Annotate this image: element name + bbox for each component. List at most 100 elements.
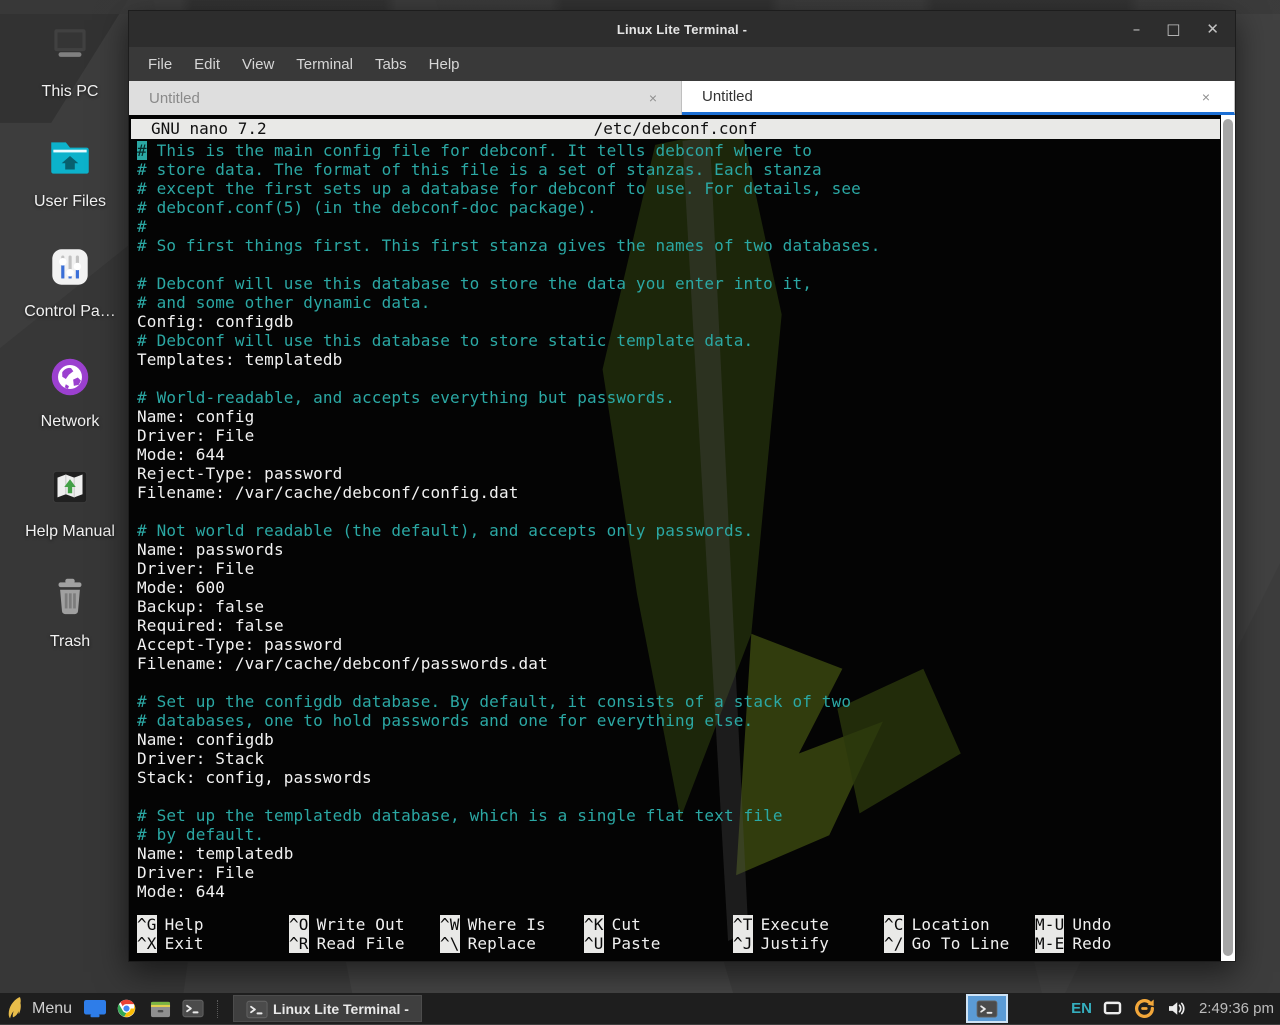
linux-lite-logo-icon[interactable] — [6, 996, 23, 1021]
computer-icon — [45, 22, 95, 72]
buffer-line: Backup: false — [137, 597, 1215, 616]
desktop-icon-control-pa[interactable]: Control Pa… — [0, 242, 140, 352]
shortcut-key: ^R — [289, 934, 309, 953]
launcher-chrome-icon[interactable] — [116, 998, 140, 1020]
menu-view[interactable]: View — [231, 50, 285, 79]
text-cursor: # — [137, 141, 147, 160]
buffer-line: Templates: templatedb — [137, 350, 1215, 369]
shortcut-label: Exit — [157, 934, 204, 953]
desktop-icon-help-manual[interactable]: Help Manual — [0, 462, 140, 572]
launcher-group — [83, 998, 206, 1020]
shortcut-key: M-U — [1035, 915, 1064, 934]
shortcut-label: Undo — [1064, 915, 1111, 934]
terminal-icon — [246, 1000, 265, 1017]
desktop-icon-label: User Files — [34, 193, 106, 211]
scrollbar-thumb[interactable] — [1223, 119, 1233, 956]
window-titlebar[interactable]: Linux Lite Terminal - –□✕ — [129, 11, 1235, 47]
tab-close-icon[interactable]: × — [645, 88, 661, 108]
desktop-icon-this-pc[interactable]: This PC — [0, 22, 140, 132]
taskbar-left: Menu Linux Lite Terminal - — [6, 993, 422, 1024]
shortcut-write-out: ^OWrite Out — [289, 915, 440, 934]
menu-edit[interactable]: Edit — [183, 50, 231, 79]
shortcut-label: Write Out — [309, 915, 405, 934]
terminal-tab-1[interactable]: Untitled× — [129, 81, 682, 115]
desktop-icon-network[interactable]: Network — [0, 352, 140, 462]
close-button-icon[interactable]: ✕ — [1206, 22, 1219, 37]
taskbar: Menu Linux Lite Terminal - EN 2:49:36 pm — [0, 993, 1280, 1024]
buffer-line: Filename: /var/cache/debconf/passwords.d… — [137, 654, 1215, 673]
scrollbar[interactable] — [1221, 115, 1235, 961]
tray-active-terminal-icon[interactable] — [966, 994, 1008, 1023]
menu-tabs[interactable]: Tabs — [364, 50, 418, 79]
desktop-icon-user-files[interactable]: User Files — [0, 132, 140, 242]
maximize-button-icon[interactable]: □ — [1166, 22, 1180, 37]
buffer-line-comment: # and some other dynamic data. — [137, 293, 1215, 312]
shortcut-key: ^W — [440, 915, 460, 934]
window-controls: – □ ✕ — [1133, 11, 1219, 47]
buffer-line — [137, 255, 1215, 274]
shortcut-key: ^O — [289, 915, 309, 934]
shortcut-key: ^U — [584, 934, 604, 953]
launcher-terminal-icon[interactable] — [182, 998, 206, 1020]
terminal-tab-2[interactable]: Untitled× — [682, 81, 1235, 115]
shortcut-label: Cut — [604, 915, 641, 934]
shortcut-key: ^X — [137, 934, 157, 953]
task-button-label: Linux Lite Terminal - — [273, 1001, 409, 1017]
display-settings-icon[interactable] — [1103, 1001, 1122, 1016]
volume-icon[interactable] — [1167, 1001, 1186, 1016]
buffer-line: Reject-Type: password — [137, 464, 1215, 483]
buffer-line: Name: config — [137, 407, 1215, 426]
update-notifier-icon[interactable] — [1133, 997, 1156, 1020]
shortcut-justify: ^JJustify — [733, 934, 884, 953]
buffer-line-comment: # World-readable, and accepts everything… — [137, 388, 1215, 407]
nano-shortcut-bar: ^GHelp^OWrite Out^WWhere Is^KCut^TExecut… — [137, 915, 1215, 953]
clock: 2:49:36 pm — [1199, 1000, 1274, 1017]
menu-help[interactable]: Help — [418, 50, 471, 79]
shortcut-replace: ^\Replace — [440, 934, 584, 953]
shortcut-key: ^/ — [884, 934, 904, 953]
buffer-line: Driver: File — [137, 559, 1215, 578]
desktop-icon-trash[interactable]: Trash — [0, 572, 140, 682]
menu-button[interactable]: Menu — [32, 1000, 72, 1018]
shortcut-redo: M-ERedo — [1035, 934, 1215, 953]
buffer-line-comment: # Debconf will use this database to stor… — [137, 331, 1215, 350]
control-panel-icon — [45, 242, 95, 292]
buffer-line-comment: # databases, one to hold passwords and o… — [137, 711, 1215, 730]
buffer-line: Name: templatedb — [137, 844, 1215, 863]
minimize-button-icon[interactable]: – — [1133, 22, 1141, 37]
shortcut-where-is: ^WWhere Is — [440, 915, 584, 934]
shortcut-go-to-line: ^/Go To Line — [884, 934, 1035, 953]
shortcut-key: ^G — [137, 915, 157, 934]
task-button-terminal[interactable]: Linux Lite Terminal - — [233, 995, 422, 1022]
desktop-icon-list: This PC User Files Control Pa…NetworkHelp … — [0, 22, 140, 682]
keyboard-layout-badge[interactable]: EN — [1071, 1000, 1092, 1017]
buffer-line — [137, 673, 1215, 692]
nano-header: GNU nano 7.2 /etc/debconf.conf — [131, 119, 1220, 139]
shortcut-row: ^XExit^RRead File^\Replace^UPaste^JJusti… — [137, 934, 1215, 953]
shortcut-cut: ^KCut — [584, 915, 733, 934]
buffer-line-comment: # Set up the templatedb database, which … — [137, 806, 1215, 825]
terminal-pane[interactable]: GNU nano 7.2 /etc/debconf.conf # This is… — [129, 115, 1235, 961]
shortcut-label: Go To Line — [904, 934, 1010, 953]
menu-terminal[interactable]: Terminal — [285, 50, 364, 79]
shortcut-key: ^T — [733, 915, 753, 934]
buffer-line: Driver: File — [137, 426, 1215, 445]
buffer-line: Stack: config, passwords — [137, 768, 1215, 787]
launcher-file-manager-icon[interactable] — [149, 998, 173, 1020]
launcher-desktop-icon[interactable] — [83, 998, 107, 1020]
buffer-line-comment: # This is the main config file for debco… — [137, 141, 1215, 160]
shortcut-label: Execute — [753, 915, 829, 934]
buffer-line: Driver: Stack — [137, 749, 1215, 768]
buffer-line: Required: false — [137, 616, 1215, 635]
buffer-line-comment: # Set up the configdb database. By defau… — [137, 692, 1215, 711]
shortcut-label: Redo — [1064, 934, 1111, 953]
shortcut-read-file: ^RRead File — [289, 934, 440, 953]
menu-file[interactable]: File — [137, 50, 183, 79]
shortcut-exit: ^XExit — [137, 934, 289, 953]
shortcut-paste: ^UPaste — [584, 934, 733, 953]
buffer-line: Filename: /var/cache/debconf/config.dat — [137, 483, 1215, 502]
buffer-line: Mode: 644 — [137, 445, 1215, 464]
shortcut-location: ^CLocation — [884, 915, 1035, 934]
buffer-line-comment: # So first things first. This first stan… — [137, 236, 1215, 255]
tab-close-icon[interactable]: × — [1198, 87, 1214, 107]
